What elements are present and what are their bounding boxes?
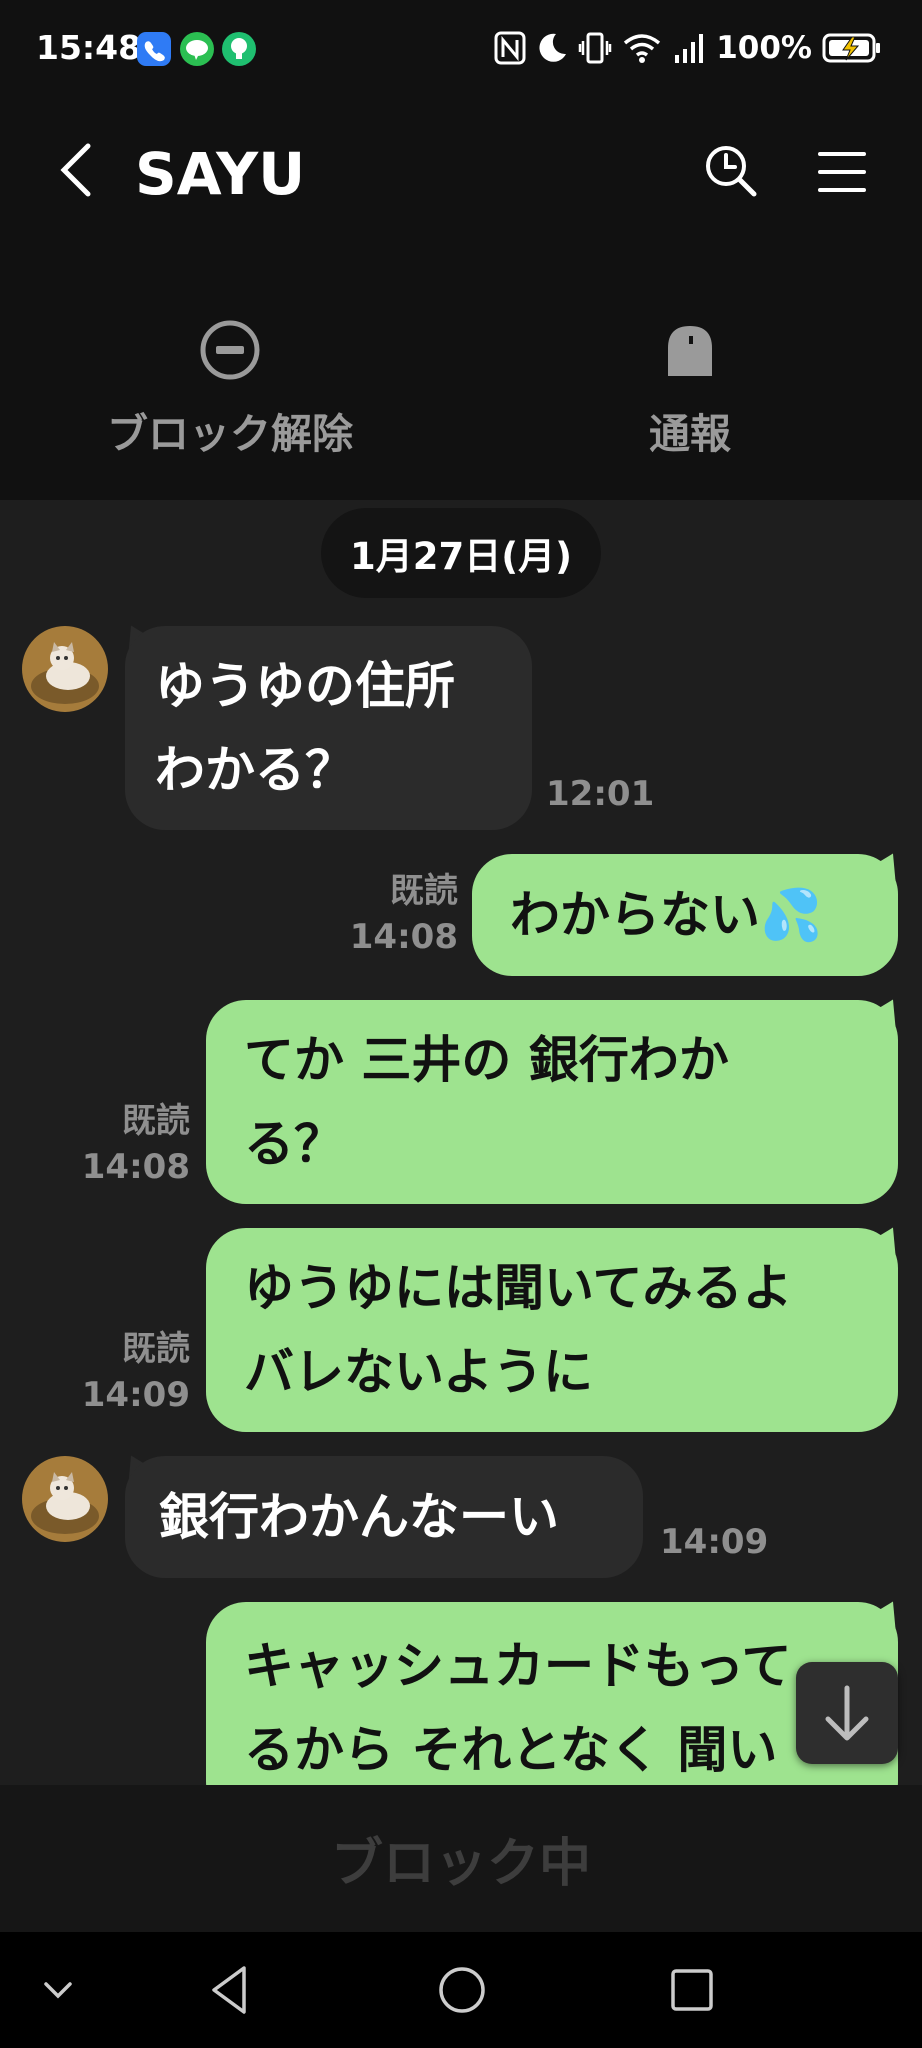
message-time: 14:08 [349, 917, 458, 957]
triangle-back-icon [212, 1966, 246, 2014]
outgoing-message[interactable]: ゆうゆには聞いてみるよ バレないように [206, 1228, 898, 1432]
menu-icon [818, 152, 866, 192]
scroll-to-bottom-button[interactable] [796, 1662, 898, 1764]
read-label: 既読 [390, 871, 458, 911]
moon-icon [539, 33, 567, 62]
nfc-icon [494, 31, 526, 65]
message-line: ゆうゆには聞いてみるよ [244, 1259, 793, 1317]
message-line: る？ [244, 1115, 344, 1173]
nav-home-button[interactable] [432, 1960, 492, 2020]
read-label: 既読 [122, 1329, 190, 1369]
wifi-icon [624, 34, 661, 63]
message-text: わからない💦 [510, 886, 823, 944]
read-receipt: 既読 14:08 [82, 1098, 190, 1190]
message-time: 14:08 [81, 1147, 190, 1187]
message-line: ゆうゆの住所 [155, 657, 455, 715]
vibrate-icon [578, 32, 612, 64]
square-recents-icon [671, 1969, 713, 2011]
line-app-icon [180, 32, 214, 66]
outgoing-message[interactable]: わからない💦 [472, 854, 898, 976]
report-button[interactable]: 通報 [540, 318, 840, 460]
status-time: 15:48 [36, 28, 142, 67]
scroll-down-icon [825, 1685, 869, 1741]
status-icons: 100% [494, 26, 882, 70]
message-time: 14:09 [660, 1522, 769, 1562]
circle-home-icon [439, 1967, 485, 2013]
search-button[interactable] [700, 140, 760, 200]
avatar[interactable] [22, 1456, 108, 1542]
message-line: てか 三井の 銀行わか [244, 1031, 729, 1089]
status-bar: 15:48 100% [0, 0, 922, 100]
chat-title: SAYU [135, 140, 306, 208]
back-button[interactable] [52, 140, 102, 200]
blocked-label: ブロック中 [330, 1834, 591, 1894]
report-label: 通報 [649, 410, 731, 458]
battery-percent: 100% [716, 30, 812, 66]
nav-recents-button[interactable] [662, 1960, 722, 2020]
message-text: 銀行わかんなーい [159, 1488, 559, 1546]
message-line: るから それとなく 聞い [244, 1721, 778, 1779]
read-receipt: 既読 14:08 [350, 868, 458, 960]
back-arrow-icon [60, 143, 91, 197]
incoming-message[interactable]: ゆうゆの住所 わかる？ [125, 626, 532, 830]
report-bell-icon [668, 326, 712, 376]
message-line: わかる？ [155, 741, 355, 799]
incoming-message[interactable]: 銀行わかんなーい [125, 1456, 643, 1578]
signal-icon [675, 34, 704, 63]
read-label: 既読 [122, 1101, 190, 1141]
message-line: バレないように [244, 1343, 593, 1401]
unblock-button[interactable]: ブロック解除 [80, 318, 380, 460]
battery-charging-icon [822, 33, 880, 63]
avatar[interactable] [22, 626, 108, 712]
unblock-label: ブロック解除 [107, 410, 353, 458]
message-line: キャッシュカードもって [244, 1637, 792, 1695]
read-receipt: 既読 14:09 [82, 1326, 190, 1418]
blocked-status-bar: ブロック中 [0, 1785, 922, 1932]
nav-back-button[interactable] [200, 1960, 260, 2020]
call-app-icon [137, 32, 171, 66]
message-time: 12:01 [546, 774, 655, 814]
nav-collapse-button[interactable] [28, 1960, 88, 2020]
green-app-icon [222, 32, 256, 66]
date-separator: 1月27日(月) [321, 508, 601, 598]
chevron-down-icon [44, 1982, 72, 1999]
menu-button[interactable] [812, 142, 872, 202]
search-clock-icon [706, 146, 757, 197]
block-icon [200, 320, 260, 380]
message-time: 14:09 [81, 1375, 190, 1415]
outgoing-message[interactable]: てか 三井の 銀行わか る？ [206, 1000, 898, 1204]
